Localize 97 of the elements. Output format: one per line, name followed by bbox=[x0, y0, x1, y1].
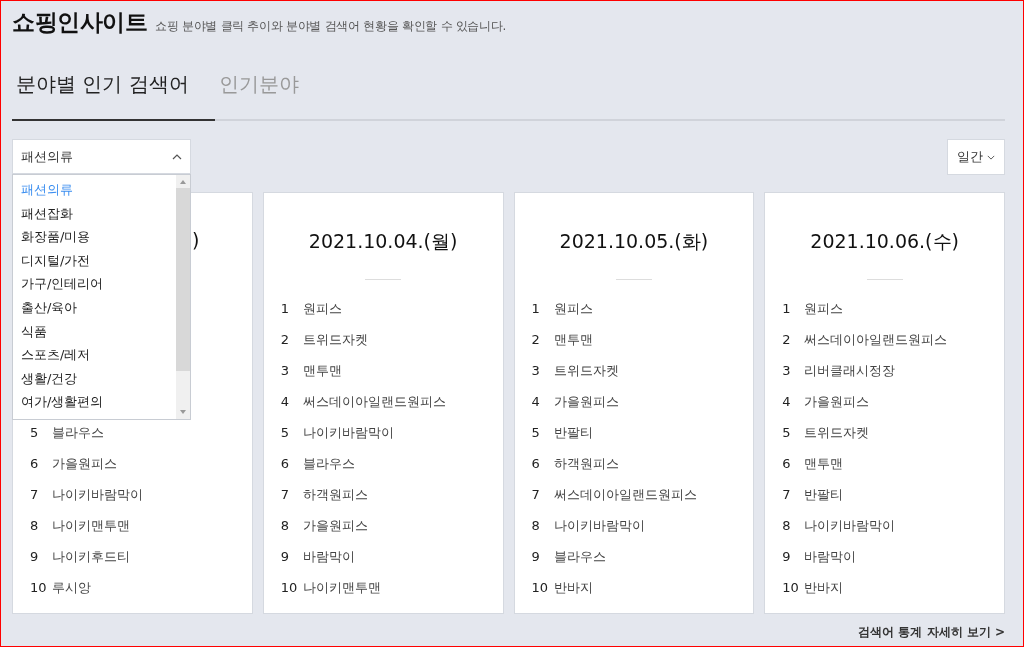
dropdown-option[interactable]: 패션잡화 bbox=[13, 201, 176, 226]
rank-number: 6 bbox=[30, 456, 40, 471]
more-link[interactable]: 검색어 통계 자세히 보기 > bbox=[858, 624, 1005, 641]
keyword-link[interactable]: 블라우스 bbox=[553, 547, 606, 566]
scroll-down-icon[interactable] bbox=[180, 410, 186, 414]
keyword-link[interactable]: 하객원피스 bbox=[553, 454, 619, 473]
rank-number: 9 bbox=[782, 549, 792, 564]
keyword-link[interactable]: 나이키바람막이 bbox=[302, 423, 394, 442]
keyword-link[interactable]: 써스데이아일랜드원피스 bbox=[302, 392, 446, 411]
tab[interactable]: 분야별 인기 검색어 bbox=[12, 67, 215, 121]
rank-number: 2 bbox=[280, 332, 291, 347]
dropdown-option[interactable]: 디지털/가전 bbox=[13, 248, 176, 273]
rank-number: 10 bbox=[782, 580, 800, 595]
scrollbar[interactable] bbox=[176, 175, 190, 419]
rank-number: 4 bbox=[280, 394, 291, 409]
dropdown-option[interactable]: 스포츠/레저 bbox=[13, 343, 176, 367]
card-date: 2021.10.04.(월) bbox=[308, 229, 458, 254]
keyword-link[interactable]: 써스데이아일랜드원피스 bbox=[804, 330, 948, 349]
rank-number: 1 bbox=[782, 301, 792, 316]
rank-number: 4 bbox=[531, 394, 541, 409]
keyword-link[interactable]: 블라우스 bbox=[52, 423, 104, 442]
rank-number: 5 bbox=[782, 425, 792, 440]
keyword-link[interactable]: 나이키후드티 bbox=[52, 547, 130, 566]
rank-number: 5 bbox=[531, 425, 541, 440]
rank-number: 6 bbox=[280, 456, 291, 471]
rank-number: 2 bbox=[531, 332, 541, 347]
keyword-link[interactable]: 반바지 bbox=[553, 578, 593, 597]
category-select[interactable]: 패션의류 bbox=[12, 139, 191, 174]
keyword-link[interactable]: 나이키바람막이 bbox=[52, 485, 143, 504]
keyword-link[interactable]: 맨투맨 bbox=[804, 454, 844, 473]
rank-number: 5 bbox=[30, 425, 40, 440]
keyword-link[interactable]: 원피스 bbox=[302, 299, 342, 318]
rank-number: 5 bbox=[280, 425, 291, 440]
keyword-link[interactable]: 반팔티 bbox=[804, 485, 844, 504]
caret-up-icon bbox=[172, 153, 182, 160]
rank-number: 2 bbox=[782, 332, 792, 347]
scroll-thumb[interactable] bbox=[176, 188, 190, 371]
rank-number: 8 bbox=[280, 518, 291, 533]
rank-number: 8 bbox=[531, 518, 541, 533]
rank-number: 3 bbox=[782, 363, 792, 378]
keyword-link[interactable]: 나이키바람막이 bbox=[804, 516, 896, 535]
keyword-link[interactable]: 원피스 bbox=[553, 299, 593, 318]
keyword-link[interactable]: 하객원피스 bbox=[302, 485, 368, 504]
rank-number: 8 bbox=[30, 518, 40, 533]
scroll-up-icon[interactable] bbox=[180, 180, 186, 184]
keyword-link[interactable]: 바람막이 bbox=[804, 547, 857, 566]
rank-number: 4 bbox=[782, 394, 792, 409]
rank-number: 8 bbox=[782, 518, 792, 533]
keyword-link[interactable]: 나이키맨투맨 bbox=[302, 578, 381, 597]
keyword-link[interactable]: 바람막이 bbox=[302, 547, 355, 566]
rank-number: 1 bbox=[280, 301, 291, 316]
keyword-link[interactable]: 반팔티 bbox=[553, 423, 593, 442]
keyword-link[interactable]: 가을원피스 bbox=[553, 392, 619, 411]
keyword-link[interactable]: 트위드자켓 bbox=[302, 330, 368, 349]
card-date: 2021.10.05.(화) bbox=[559, 229, 709, 254]
dropdown-option[interactable]: 여가/생활편의 bbox=[13, 390, 176, 414]
keyword-link[interactable]: 리버클래시정장 bbox=[804, 361, 896, 380]
caret-down-icon bbox=[987, 154, 995, 160]
dropdown-option[interactable]: 가구/인테리어 bbox=[13, 272, 176, 296]
keyword-link[interactable]: 써스데이아일랜드원피스 bbox=[553, 485, 697, 504]
rank-number: 10 bbox=[30, 580, 48, 595]
rank-number: 9 bbox=[280, 549, 291, 564]
rank-number: 3 bbox=[280, 363, 291, 378]
rank-number: 7 bbox=[30, 487, 40, 502]
rank-number: 7 bbox=[782, 487, 792, 502]
page-description: 쇼핑 분야별 클릭 추이와 분야별 검색어 현황을 확인할 수 있습니다. bbox=[155, 18, 507, 35]
dropdown-option[interactable]: 화장품/미용 bbox=[13, 225, 176, 249]
page-title: 쇼핑인사이트 bbox=[12, 8, 147, 37]
rank-number: 3 bbox=[531, 363, 541, 378]
keyword-link[interactable]: 루시앙 bbox=[52, 578, 91, 597]
keyword-link[interactable]: 블라우스 bbox=[302, 454, 355, 473]
rank-number: 9 bbox=[531, 549, 541, 564]
card-date: 2021.10.06.(수) bbox=[810, 229, 959, 254]
keyword-link[interactable]: 트위드자켓 bbox=[804, 423, 870, 442]
keyword-link[interactable]: 나이키맨투맨 bbox=[52, 516, 130, 535]
rank-number: 7 bbox=[280, 487, 291, 502]
keyword-link[interactable]: 가을원피스 bbox=[302, 516, 368, 535]
rank-number: 6 bbox=[531, 456, 541, 471]
keyword-link[interactable]: 가을원피스 bbox=[52, 454, 117, 473]
keyword-link[interactable]: 가을원피스 bbox=[804, 392, 870, 411]
rank-number: 1 bbox=[531, 301, 541, 316]
rank-number: 6 bbox=[782, 456, 792, 471]
dropdown-option[interactable]: 생활/건강 bbox=[13, 366, 176, 391]
keyword-link[interactable]: 원피스 bbox=[804, 299, 844, 318]
keyword-link[interactable]: 맨투맨 bbox=[302, 361, 342, 380]
card-date: ) bbox=[191, 229, 200, 251]
rank-number: 9 bbox=[30, 549, 40, 564]
keyword-link[interactable]: 나이키바람막이 bbox=[553, 516, 645, 535]
keyword-link[interactable]: 반바지 bbox=[804, 578, 844, 597]
period-select[interactable]: 일간 bbox=[947, 139, 1005, 175]
keyword-link[interactable]: 트위드자켓 bbox=[553, 361, 619, 380]
rank-number: 10 bbox=[280, 580, 299, 595]
rank-number: 7 bbox=[531, 487, 541, 502]
rank-number: 10 bbox=[531, 580, 550, 595]
dropdown-option[interactable]: 식품 bbox=[13, 319, 176, 344]
keyword-link[interactable]: 맨투맨 bbox=[553, 330, 593, 349]
dropdown-option[interactable]: 출산/육아 bbox=[13, 295, 176, 320]
